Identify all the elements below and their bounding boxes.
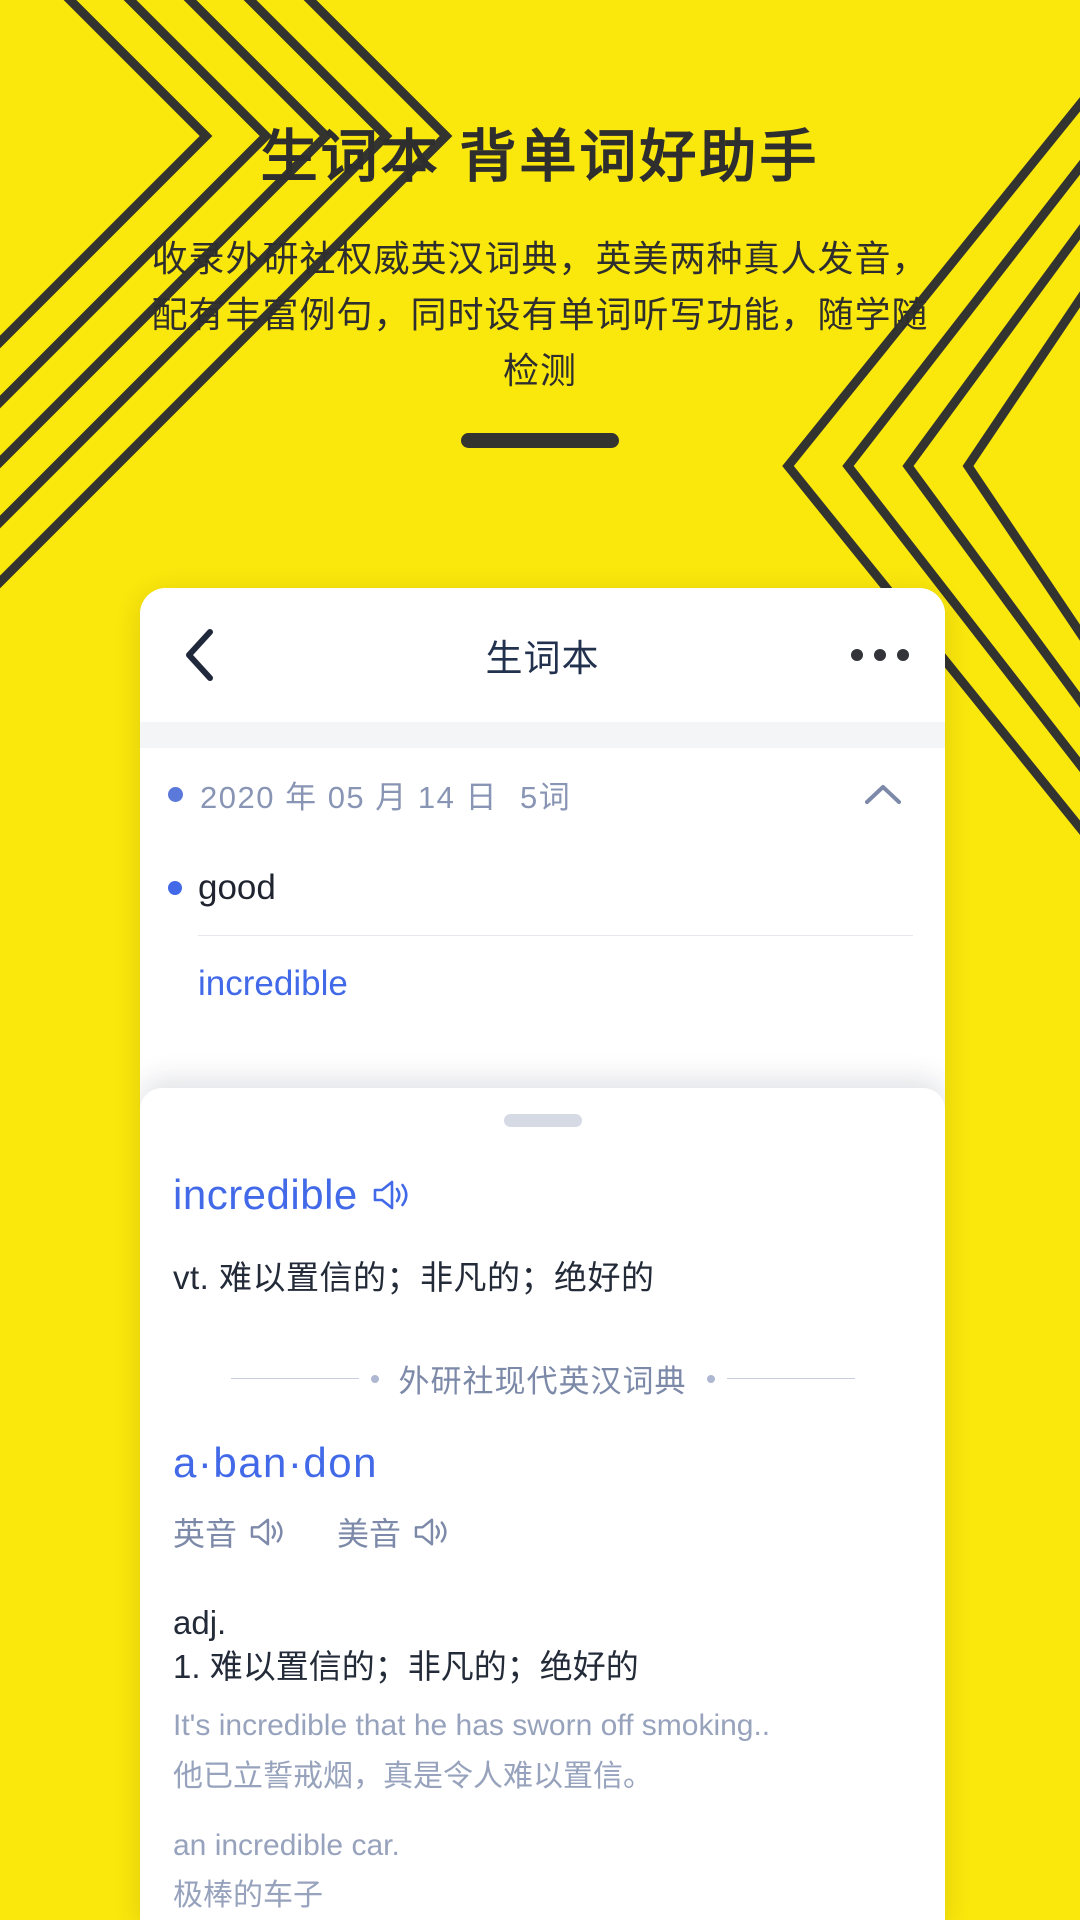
- part-of-speech: adj.: [173, 1604, 227, 1641]
- pronunciation-us-label: 美音: [337, 1516, 402, 1552]
- divider-node-right: [706, 1374, 715, 1383]
- dictionary-source-divider: 外研社现代英汉词典: [170, 1356, 915, 1401]
- chevron-left-icon: [186, 629, 213, 681]
- word-label: incredible: [198, 963, 348, 1003]
- list-item[interactable]: good: [168, 840, 917, 935]
- entry-header: incredible: [170, 1171, 915, 1219]
- dictionary-headword: a·ban·don: [173, 1439, 378, 1486]
- group-bullet-icon: [168, 786, 183, 802]
- example-english: It's incredible that he has sworn off sm…: [173, 1709, 771, 1743]
- example-english: an incredible car.: [173, 1828, 400, 1862]
- example-block: It's incredible that he has sworn off sm…: [170, 1706, 915, 1798]
- dictionary-name: 外研社现代英汉词典: [398, 1364, 687, 1399]
- entry-word: incredible: [173, 1171, 358, 1218]
- pronunciation-uk-label: 英音: [173, 1516, 238, 1552]
- definition-bottom-sheet: incredible vt. 难以置信的；非凡的；绝好的 外研社现代英汉词典 a…: [140, 1088, 945, 1920]
- navbar-title: 生词本: [485, 638, 600, 679]
- more-dot: [874, 649, 886, 661]
- entry-brief-definition: vt. 难以置信的；非凡的；绝好的: [173, 1259, 655, 1296]
- more-dot: [851, 649, 863, 661]
- example-chinese: 他已立誓戒烟，真是令人难以置信。: [173, 1759, 653, 1793]
- speaker-icon: [414, 1518, 447, 1546]
- speaker-icon: [373, 1180, 408, 1210]
- page-title: 生词本 背单词好助手: [260, 125, 820, 189]
- phone-screenshot: 生词本 2020 年 05 月 14 日 5词 good incredible: [140, 588, 945, 1920]
- list-item[interactable]: incredible: [168, 936, 917, 1031]
- hero-divider-bar: [461, 432, 619, 448]
- hero-section: 生词本 背单词好助手 收录外研社权威英汉词典，英美两种真人发音，配有丰富例句，同…: [0, 0, 1080, 448]
- example-chinese: 极棒的车子: [173, 1879, 323, 1913]
- speaker-icon: [250, 1518, 283, 1546]
- entry-speaker-button[interactable]: [372, 1178, 410, 1212]
- example-block: an incredible car. 极棒的车子: [170, 1826, 915, 1918]
- word-bullet-icon: [168, 880, 182, 895]
- sense-text: 难以置信的；非凡的；绝好的: [209, 1647, 639, 1685]
- divider-line-right: [726, 1378, 855, 1379]
- navbar-divider: [140, 722, 945, 748]
- collapse-toggle[interactable]: [863, 781, 903, 807]
- more-dot: [897, 649, 909, 661]
- pronunciation-row: 英音 美音: [170, 1509, 915, 1555]
- wordlist-group-header[interactable]: 2020 年 05 月 14 日 5词: [168, 748, 917, 840]
- pronunciation-uk[interactable]: 英音: [173, 1509, 285, 1555]
- sense-number: 1.: [173, 1647, 201, 1685]
- app-navbar: 生词本: [140, 588, 945, 722]
- divider-line-left: [230, 1378, 359, 1379]
- word-list: 2020 年 05 月 14 日 5词 good incredible: [140, 748, 945, 1031]
- page-subtitle: 收录外研社权威英汉词典，英美两种真人发音，配有丰富例句，同时设有单词听写功能，随…: [151, 238, 929, 391]
- back-button[interactable]: [172, 627, 228, 683]
- sense-line: 1. 难以置信的；非凡的；绝好的: [170, 1645, 915, 1689]
- pronunciation-us[interactable]: 美音: [337, 1509, 449, 1555]
- group-date: 2020 年 05 月 14 日: [200, 779, 498, 815]
- sheet-drag-handle[interactable]: [503, 1114, 582, 1127]
- chevron-up-icon: [865, 785, 901, 804]
- divider-node-left: [370, 1374, 379, 1383]
- more-options-button[interactable]: [851, 649, 909, 661]
- group-count: 5词: [520, 779, 572, 815]
- word-label: good: [198, 867, 276, 907]
